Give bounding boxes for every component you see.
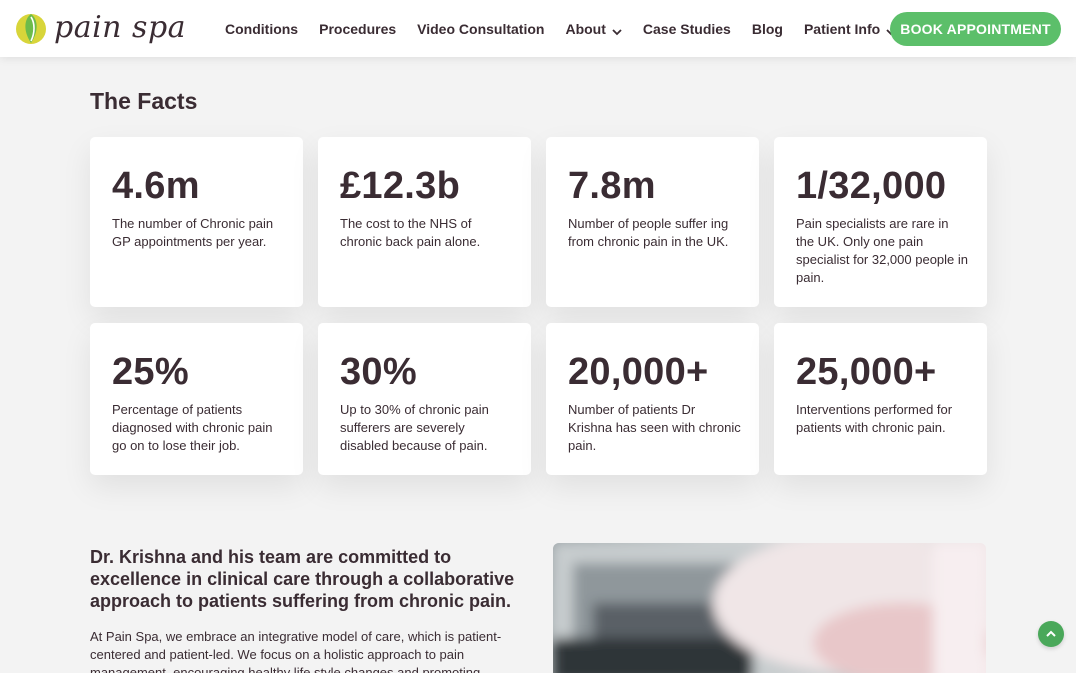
- fact-value: 25%: [112, 351, 189, 393]
- fact-card: 20,000+ Number of patients Dr Krishna ha…: [546, 323, 759, 475]
- chevron-up-icon: [1046, 630, 1056, 637]
- about-body: At Pain Spa, we embrace an integrative m…: [90, 629, 502, 673]
- fact-card: 4.6m The number of Chronic pain GP appoi…: [90, 137, 303, 307]
- nav-label: About: [565, 20, 606, 37]
- fact-value: 1/32,000: [796, 165, 947, 207]
- about-heading: Dr. Krishna and his team are committed t…: [90, 547, 515, 611]
- fact-value: 4.6m: [112, 165, 200, 207]
- fact-value: £12.3b: [340, 165, 461, 207]
- logo-leaf-icon: [14, 11, 48, 45]
- nav-label: Patient Info: [803, 20, 881, 37]
- nav-case-studies[interactable]: Case Studies: [643, 21, 731, 37]
- logo-text: pain spa: [54, 10, 187, 45]
- chevron-down-icon: [612, 24, 622, 35]
- fact-value: 7.8m: [568, 165, 656, 207]
- fact-card: 30% Up to 30% of chronic pain sufferers …: [318, 323, 531, 475]
- book-appointment-button[interactable]: BOOK APPOINTMENT: [890, 12, 1061, 46]
- fact-text: Number of people suffer ing from chronic…: [568, 216, 729, 249]
- fact-card: £12.3b The cost to the NHS of chronic ba…: [318, 137, 531, 307]
- main-nav: Conditions Procedures Video Consultation…: [225, 0, 917, 57]
- nav-label: Case Studies: [642, 20, 731, 37]
- facts-title: The Facts: [90, 88, 198, 114]
- site-header: pain spa Conditions Procedures Video Con…: [0, 0, 1076, 57]
- fact-text: Number of patients Dr Krishna has seen w…: [568, 402, 741, 453]
- fact-value: 20,000+: [568, 351, 709, 393]
- fact-text: Interventions performed for patients wit…: [796, 402, 953, 435]
- fact-text: Up to 30% of chronic pain sufferers are …: [340, 402, 489, 453]
- clinic-photo: [553, 543, 986, 673]
- fact-value: 25,000+: [796, 351, 937, 393]
- nav-blog[interactable]: Blog: [752, 21, 783, 37]
- nav-label: Conditions: [225, 20, 299, 37]
- fact-card: 7.8m Number of people suffer ing from ch…: [546, 137, 759, 307]
- fact-card: 1/32,000 Pain specialists are rare in th…: [774, 137, 987, 307]
- fact-card: 25% Percentage of patients diagnosed wit…: [90, 323, 303, 475]
- fact-text: Percentage of patients diagnosed with ch…: [112, 402, 273, 453]
- nav-label: Video Consultation: [417, 20, 545, 37]
- nav-patient-info[interactable]: Patient Info: [804, 21, 896, 37]
- fact-text: The cost to the NHS of chronic back pain…: [340, 216, 481, 249]
- scroll-to-top-button[interactable]: [1038, 621, 1064, 647]
- facts-grid: 4.6m The number of Chronic pain GP appoi…: [90, 137, 987, 475]
- nav-procedures[interactable]: Procedures: [319, 21, 396, 37]
- fact-text: Pain specialists are rare in the UK. Onl…: [796, 216, 969, 285]
- nav-video-consultation[interactable]: Video Consultation: [417, 21, 544, 37]
- fact-card: 25,000+ Interventions performed for pati…: [774, 323, 987, 475]
- nav-label: Blog: [751, 20, 783, 37]
- nav-label: Procedures: [319, 20, 397, 37]
- fact-text: The number of Chronic pain GP appointmen…: [112, 216, 274, 249]
- logo[interactable]: pain spa: [14, 10, 186, 46]
- fact-value: 30%: [340, 351, 417, 393]
- nav-about[interactable]: About: [565, 20, 622, 37]
- nav-conditions[interactable]: Conditions: [225, 21, 298, 37]
